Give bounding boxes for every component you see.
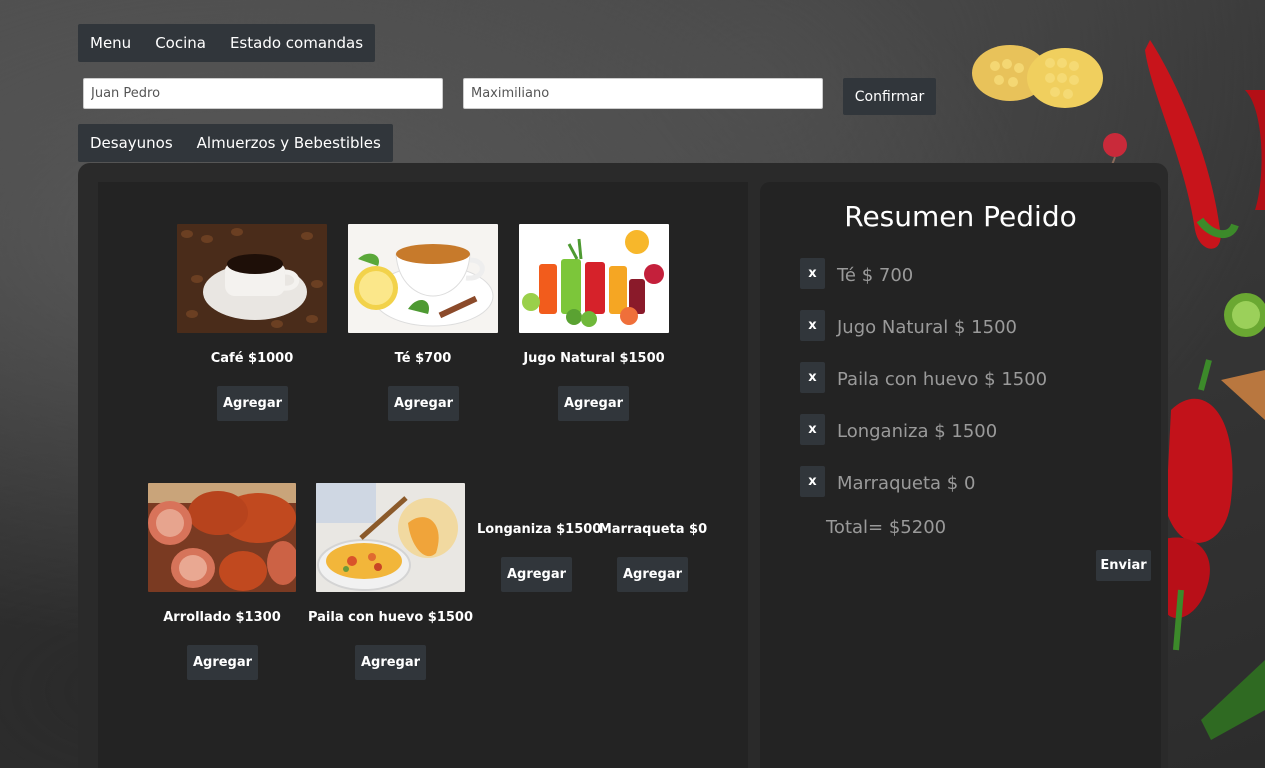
summary-title: Resumen Pedido <box>844 200 1077 233</box>
order-total: Total= $5200 <box>826 517 947 538</box>
add-longaniza-button[interactable]: Agregar <box>501 557 572 592</box>
add-jugo-natural-button[interactable]: Agregar <box>558 386 629 421</box>
tab-almuerzos-y-bebestibles[interactable]: Almuerzos y Bebestibles <box>185 124 393 162</box>
order-item-text: Longaniza $ 1500 <box>837 421 998 442</box>
send-order-button[interactable]: Enviar <box>1096 550 1151 581</box>
confirm-button[interactable]: Confirmar <box>843 78 936 115</box>
add-arrollado-button[interactable]: Agregar <box>187 645 258 680</box>
nav-item-cocina[interactable]: Cocina <box>143 24 218 62</box>
arrollado-meat-image <box>148 483 296 592</box>
product-name: Longaniza $1500 <box>477 522 602 537</box>
product-name: Arrollado $1300 <box>163 610 281 625</box>
corn-decoration <box>972 45 1103 108</box>
coffee-cup-image <box>177 224 327 333</box>
nav-item-menu[interactable]: Menu <box>78 24 143 62</box>
category-tabs: Desayunos Almuerzos y Bebestibles <box>78 124 393 162</box>
add-cafe-button[interactable]: Agregar <box>217 386 288 421</box>
add-te-button[interactable]: Agregar <box>388 386 459 421</box>
fruit-juices-image <box>519 224 669 333</box>
product-name: Café $1000 <box>210 351 294 366</box>
paila-con-huevo-image <box>316 483 465 592</box>
order-item-text: Marraqueta $ 0 <box>837 473 976 494</box>
main-nav: Menu Cocina Estado comandas <box>78 24 376 62</box>
order-item-text: Té $ 700 <box>837 265 914 286</box>
remove-item-button[interactable]: x <box>800 466 825 497</box>
product-name: Marraqueta $0 <box>598 522 708 537</box>
vegetables-right-decoration <box>1161 293 1265 740</box>
product-name: Paila con huevo $1500 <box>307 610 474 625</box>
product-name: Jugo Natural $1500 <box>523 351 665 366</box>
add-marraqueta-button[interactable]: Agregar <box>617 557 688 592</box>
tea-cup-image <box>348 224 498 333</box>
second-name-input[interactable] <box>463 78 823 109</box>
tab-desayunos[interactable]: Desayunos <box>78 124 185 162</box>
add-paila-con-huevo-button[interactable]: Agregar <box>355 645 426 680</box>
order-item-text: Paila con huevo $ 1500 <box>837 369 1048 390</box>
order-item-text: Jugo Natural $ 1500 <box>837 317 1017 338</box>
product-name: Té $700 <box>394 351 452 366</box>
remove-item-button[interactable]: x <box>800 310 825 341</box>
first-name-input[interactable] <box>83 78 443 109</box>
remove-item-button[interactable]: x <box>800 258 825 289</box>
remove-item-button[interactable]: x <box>800 362 825 393</box>
nav-item-estado-comandas[interactable]: Estado comandas <box>218 24 375 62</box>
remove-item-button[interactable]: x <box>800 414 825 445</box>
